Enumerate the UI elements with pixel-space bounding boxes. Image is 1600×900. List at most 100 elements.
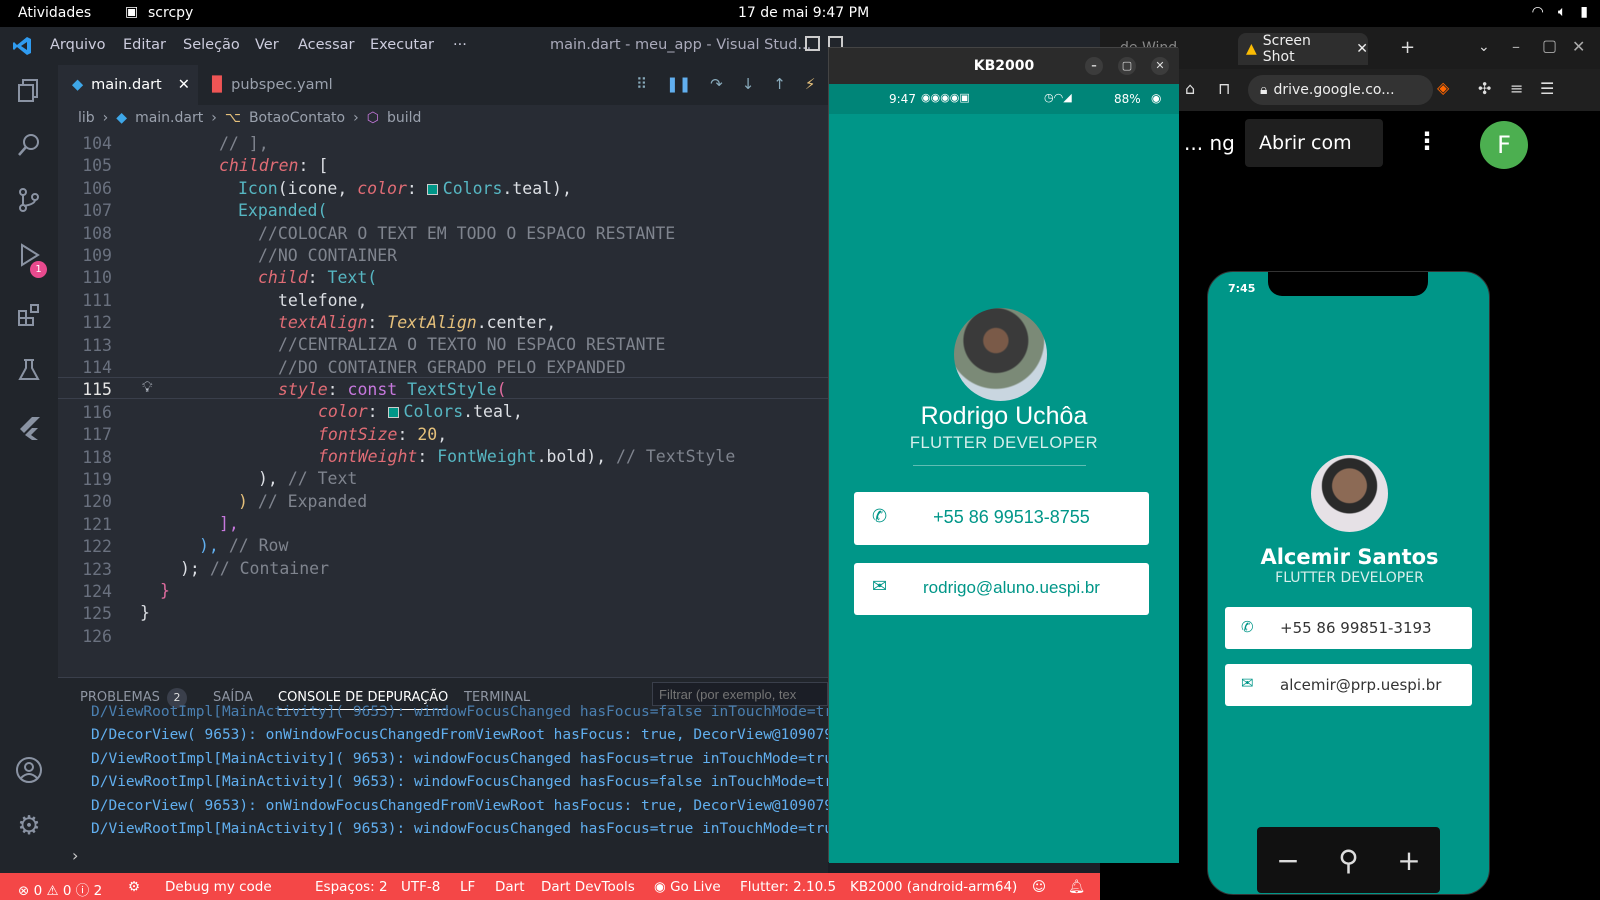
pause-icon[interactable]: ❚❚ [666, 75, 691, 93]
close-button[interactable]: ✕ [1572, 37, 1585, 56]
scrcpy-window: KB2000 – ▢ ✕ 9:47 ◉◉◉◉▣ ◷◠◢ 88% ◉ Rodrig… [828, 47, 1179, 863]
email-contact-card[interactable]: ✉ rodrigo@aluno.uespi.br [854, 563, 1149, 615]
testing-icon[interactable] [14, 355, 44, 385]
encoding-status[interactable]: UTF-8 [401, 879, 440, 895]
preview-role: FLUTTER DEVELOPER [1275, 570, 1424, 586]
line-number: 112 [82, 313, 112, 333]
menu-icon[interactable]: ☰ [1540, 79, 1554, 98]
tab-terminal[interactable]: TERMINAL [464, 690, 530, 705]
clock[interactable]: 17 de mai 9:47 PM [738, 5, 869, 21]
playlist-icon[interactable]: ≡ [1510, 79, 1523, 98]
breadcrumb-file[interactable]: main.dart [135, 110, 203, 126]
language-status[interactable]: Dart [495, 879, 525, 895]
account-icon[interactable] [14, 755, 44, 785]
hot-reload-icon[interactable]: ⚡ [805, 75, 816, 93]
debug-icon: ⚙ [128, 879, 141, 895]
drive-icon: ▲ [1246, 41, 1257, 57]
tab-main-dart[interactable]: ◆ main.dart ✕ [58, 65, 198, 105]
line-number: 119 [82, 470, 112, 489]
menu-arquivo[interactable]: Arquivo [50, 37, 106, 53]
source-control-icon[interactable] [14, 185, 44, 215]
zoom-in-button[interactable]: + [1397, 844, 1420, 877]
code-line: //COLOCAR O TEXT EM TODO O ESPACO RESTAN… [258, 224, 676, 243]
settings-gear-icon[interactable]: ⚙ [14, 811, 44, 841]
menu-selecao[interactable]: Seleção [183, 37, 240, 53]
step-over-icon[interactable]: ↷ [710, 75, 723, 93]
extensions-icon[interactable] [14, 300, 44, 330]
home-icon[interactable]: ⌂ [1185, 79, 1195, 98]
more-options-icon[interactable]: ⋮ [1415, 127, 1439, 155]
activities-button[interactable]: Atividades [18, 5, 91, 21]
device-status[interactable]: KB2000 (android-arm64) [850, 879, 1017, 895]
console-input-chevron-icon[interactable]: › [72, 846, 78, 865]
tab-list-chevron-icon[interactable]: ⌄ [1478, 39, 1490, 55]
new-tab-button[interactable]: + [1400, 37, 1415, 58]
menu-acessar[interactable]: Acessar [298, 37, 355, 53]
search-icon[interactable] [14, 130, 44, 160]
zoom-reset-icon[interactable]: ⚲ [1338, 844, 1359, 877]
notification-icons: ◉◉◉◉▣ [921, 91, 970, 104]
window-title: KB2000 [973, 58, 1035, 74]
system-tray[interactable]: ◠ 🔈︎ ▮ [1532, 4, 1588, 20]
brave-shield-icon[interactable]: ◈ [1437, 78, 1449, 97]
devtools-status[interactable]: Dart DevTools [541, 879, 635, 895]
drag-handle-icon[interactable]: ⠿ [636, 75, 647, 93]
code-line: ); // Container [180, 559, 330, 578]
menu-editar[interactable]: Editar [123, 37, 166, 53]
close-tab-icon[interactable]: ✕ [1356, 41, 1368, 57]
address-bar[interactable]: 🔒︎ drive.google.co... [1248, 75, 1433, 105]
code-line: fontWeight: FontWeight.bold), // TextSty… [318, 447, 736, 466]
breadcrumb-lib[interactable]: lib [78, 110, 95, 126]
tab-label: pubspec.yaml [231, 77, 333, 93]
line-number: 104 [82, 134, 112, 153]
notifications-icon[interactable]: 🔔︎ [1068, 879, 1085, 895]
tab-pubspec-yaml[interactable]: ▉ pubspec.yaml [198, 65, 363, 105]
line-number: 124 [82, 582, 112, 601]
lightbulb-icon[interactable]: 💡︎ [142, 378, 153, 396]
minimize-button[interactable]: – [1512, 37, 1520, 56]
flutter-icon[interactable] [14, 413, 44, 443]
close-button[interactable]: ✕ [1151, 57, 1169, 75]
app-name: scrcpy [148, 5, 194, 21]
explorer-icon[interactable] [14, 75, 44, 105]
debug-config[interactable]: Debug my code [165, 879, 272, 895]
code-line: // ], [219, 134, 269, 153]
indentation-status[interactable]: Espaços: 2 [315, 879, 388, 895]
menu-executar[interactable]: Executar [370, 37, 434, 53]
maximize-button[interactable]: ▢ [1542, 36, 1557, 55]
code-line: child: Text( [258, 268, 378, 287]
browser-tab-2[interactable]: ▲ Screen Shot ✕ [1238, 33, 1368, 65]
code-line: telefone, [278, 291, 368, 310]
phone-contact-card[interactable]: ✆ +55 86 99513-8755 [854, 492, 1149, 545]
open-with-button[interactable]: Abrir com [1245, 119, 1383, 167]
tab-problemas[interactable]: PROBLEMAS [80, 690, 160, 705]
close-tab-icon[interactable]: ✕ [178, 77, 190, 93]
golive-status[interactable]: ◉ Go Live [654, 879, 721, 895]
problems-status[interactable]: ⊗ 0 ⚠ 0 ⓘ 2 [18, 879, 102, 899]
menu-ver[interactable]: Ver [255, 37, 279, 53]
line-number: 120 [82, 492, 112, 512]
step-out-icon[interactable]: ↑ [773, 75, 786, 93]
console-filter-input[interactable] [652, 682, 828, 706]
code-editor[interactable]: 💡︎ 104 105 106 107 108 109 110 111 112 113 114 115 1… [58, 131, 828, 677]
line-number: 123 [82, 559, 112, 579]
extensions-icon[interactable]: ✣ [1478, 79, 1491, 98]
breadcrumb-class[interactable]: BotaoContato [249, 110, 345, 126]
feedback-icon[interactable]: ☺ [1032, 879, 1046, 895]
flutter-version-status[interactable]: Flutter: 2.10.5 [740, 879, 836, 895]
avatar[interactable]: F [1480, 121, 1528, 169]
minimize-button[interactable]: – [1085, 57, 1103, 75]
menu-more[interactable]: ··· [453, 37, 467, 53]
status-time: 9:47 [889, 92, 916, 106]
android-screen[interactable]: 9:47 ◉◉◉◉▣ ◷◠◢ 88% ◉ Rodrigo Uchôa FLUTT… [829, 84, 1179, 863]
toggle-sidebar-icon[interactable] [805, 36, 820, 51]
status-bar: ⊗ 0 ⚠ 0 ⓘ 2 ⚙ Debug my code Espaços: 2 U… [0, 873, 1100, 900]
zoom-out-button[interactable]: − [1276, 844, 1299, 877]
tab-saida[interactable]: SAÍDA [213, 690, 253, 705]
maximize-button[interactable]: ▢ [1118, 57, 1136, 75]
eol-status[interactable]: LF [460, 879, 475, 895]
step-into-icon[interactable]: ↓ [742, 75, 755, 93]
debug-toolbar: ⠿ ❚❚ ↷ ↓ ↑ ⚡ [636, 75, 815, 93]
bookmark-icon[interactable]: ⊓ [1218, 79, 1230, 98]
breadcrumb-method[interactable]: build [387, 110, 421, 126]
